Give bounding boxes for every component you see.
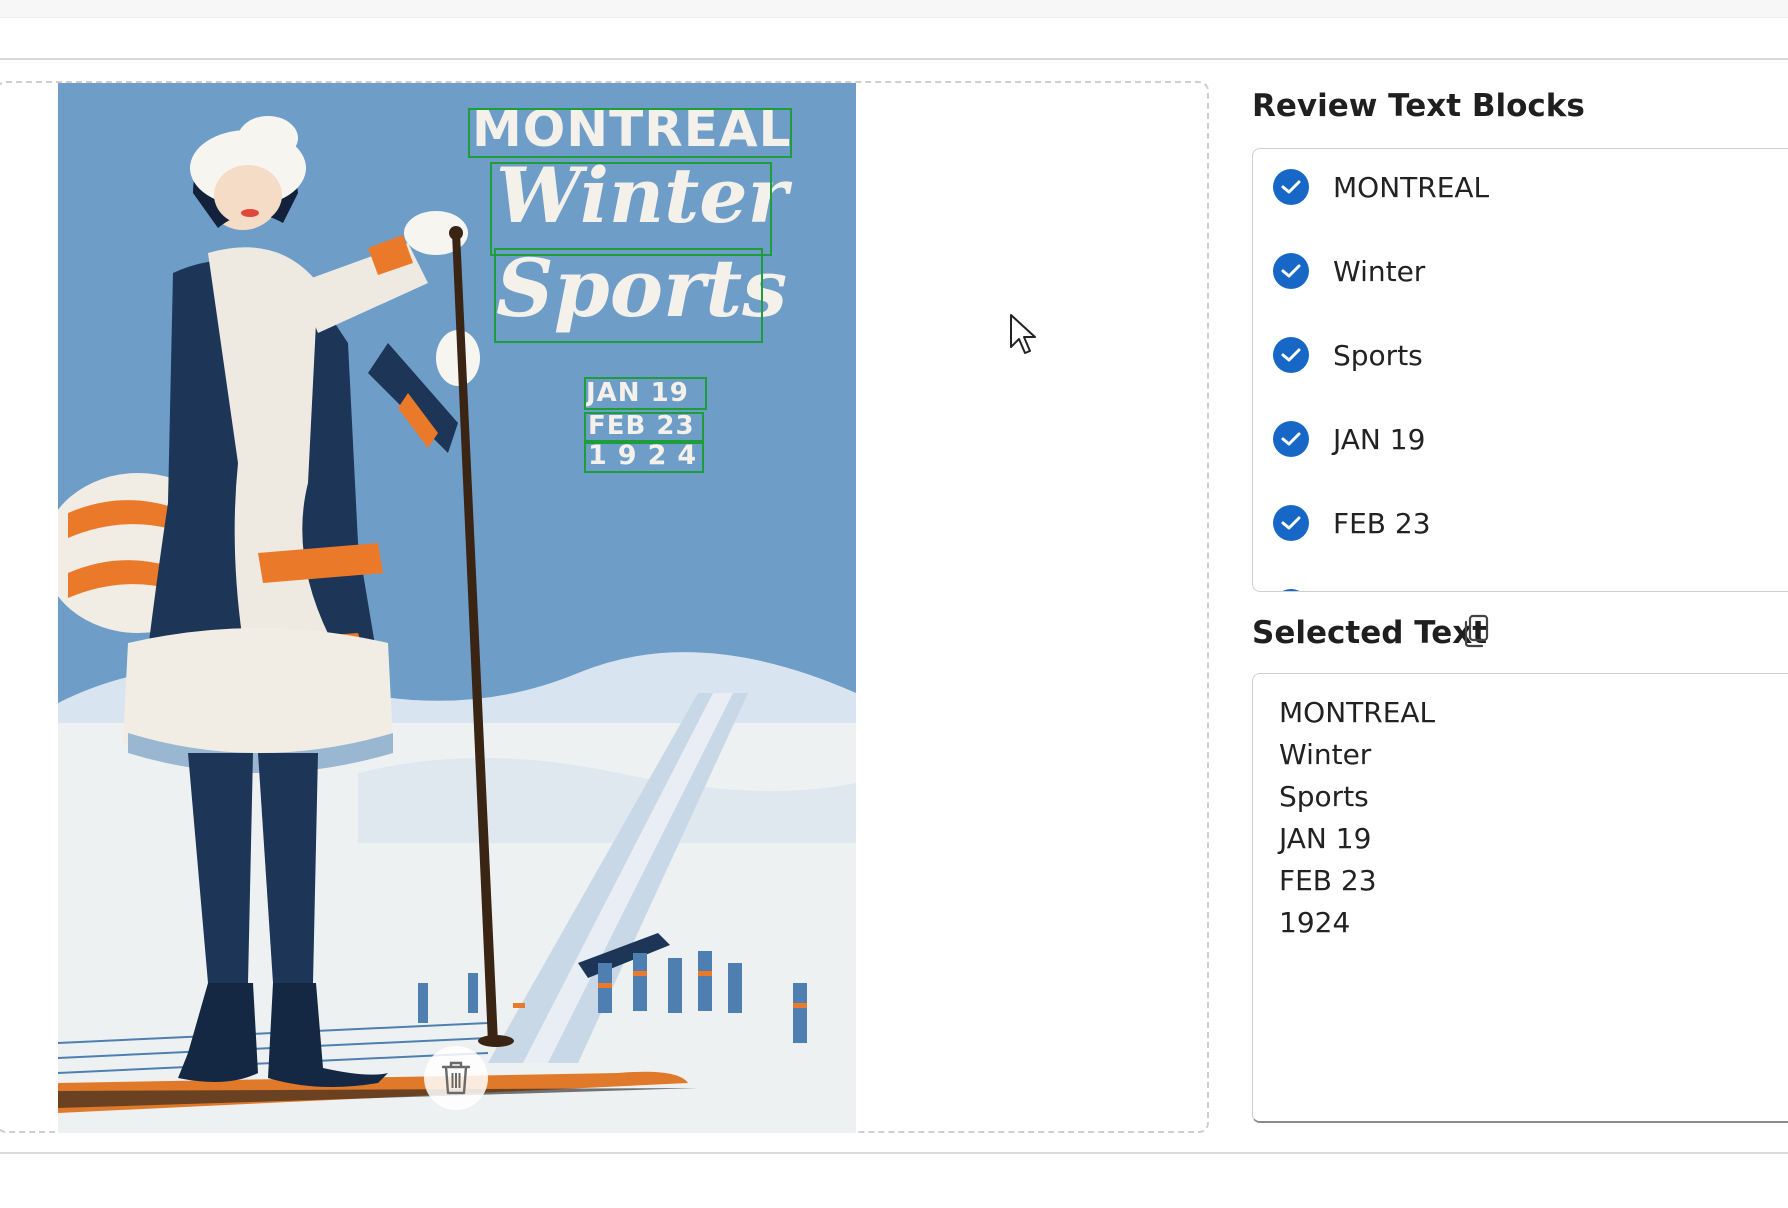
check-circle-icon[interactable] [1273,421,1309,457]
selected-text-line: JAN 19 [1279,822,1372,855]
text-block-item-feb23[interactable]: FEB 23 [1273,501,1431,545]
text-block-item-winter[interactable]: Winter [1273,249,1425,293]
top-toolbar-strip [0,0,1788,18]
selected-text-title: Selected Text [1252,615,1488,651]
selected-text-line: Sports [1279,780,1369,813]
check-circle-icon[interactable] [1273,169,1309,205]
trash-icon [441,1061,471,1095]
ocr-box-sports[interactable] [494,248,763,343]
selected-text-line: Winter [1279,738,1372,771]
ocr-box-year[interactable] [584,442,704,473]
selected-text-line: 1924 [1279,906,1351,939]
selected-text-line: MONTREAL [1279,696,1436,729]
text-block-label: Sports [1333,338,1423,372]
check-circle-icon[interactable] [1273,505,1309,541]
text-block-item-partial[interactable] [1273,585,1309,591]
delete-image-button[interactable] [424,1046,488,1110]
copy-icon[interactable] [1462,614,1490,648]
text-blocks-list[interactable]: MONTREAL Winter Sports JAN 19 FEB 23 [1252,148,1788,592]
ocr-box-feb[interactable] [584,412,704,442]
text-block-label: Winter [1333,254,1426,288]
selected-text-line: FEB 23 [1279,864,1377,897]
mouse-pointer-icon [1010,314,1036,354]
footer-divider [0,1152,1788,1154]
text-block-label: JAN 19 [1333,422,1426,456]
text-block-label: FEB 23 [1333,506,1431,540]
poster-image: MONTREAL Winter Sports JAN 19 FEB 23 192… [58,83,856,1133]
review-text-blocks-title: Review Text Blocks [1252,88,1585,124]
header-divider [0,58,1788,60]
check-circle-icon[interactable] [1273,589,1309,591]
text-block-label: MONTREAL [1333,170,1490,204]
selected-text-area[interactable]: MONTREAL Winter Sports JAN 19 FEB 23 192… [1252,673,1788,1123]
check-circle-icon[interactable] [1273,337,1309,373]
ocr-box-winter[interactable] [490,162,772,256]
ocr-box-jan[interactable] [584,377,707,410]
check-circle-icon[interactable] [1273,253,1309,289]
text-block-item-montreal[interactable]: MONTREAL [1273,165,1489,209]
text-block-item-sports[interactable]: Sports [1273,333,1423,377]
ocr-box-montreal[interactable] [468,108,792,158]
text-block-item-jan19[interactable]: JAN 19 [1273,417,1425,461]
